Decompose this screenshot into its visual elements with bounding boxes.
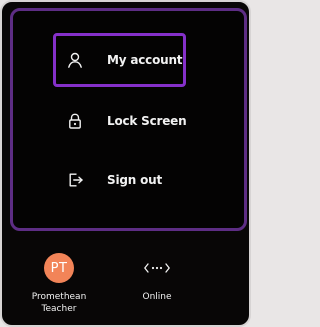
my-account-label: My account: [107, 53, 183, 67]
person-icon: [66, 51, 84, 69]
avatar: PT: [44, 253, 74, 283]
sign-out-label: Sign out: [107, 173, 162, 187]
presence-icon: [142, 253, 172, 283]
sign-out-menu-item[interactable]: Sign out: [53, 153, 186, 207]
account-flyout: My account Lock Screen Sign out PT Prome…: [0, 0, 251, 327]
lock-icon: [66, 112, 84, 130]
my-account-menu-item[interactable]: My account: [53, 33, 186, 87]
account-menu: My account Lock Screen Sign out: [10, 8, 247, 231]
profile-name: Promethean Teacher: [31, 292, 87, 314]
sign-out-icon: [66, 171, 84, 189]
lock-screen-label: Lock Screen: [107, 114, 187, 128]
profile-button[interactable]: PT Promethean Teacher: [21, 253, 97, 315]
account-footer: PT Promethean Teacher Online: [2, 231, 249, 325]
presence-button[interactable]: Online: [119, 253, 195, 303]
presence-status: Online: [142, 292, 172, 302]
lock-screen-menu-item[interactable]: Lock Screen: [53, 94, 187, 148]
